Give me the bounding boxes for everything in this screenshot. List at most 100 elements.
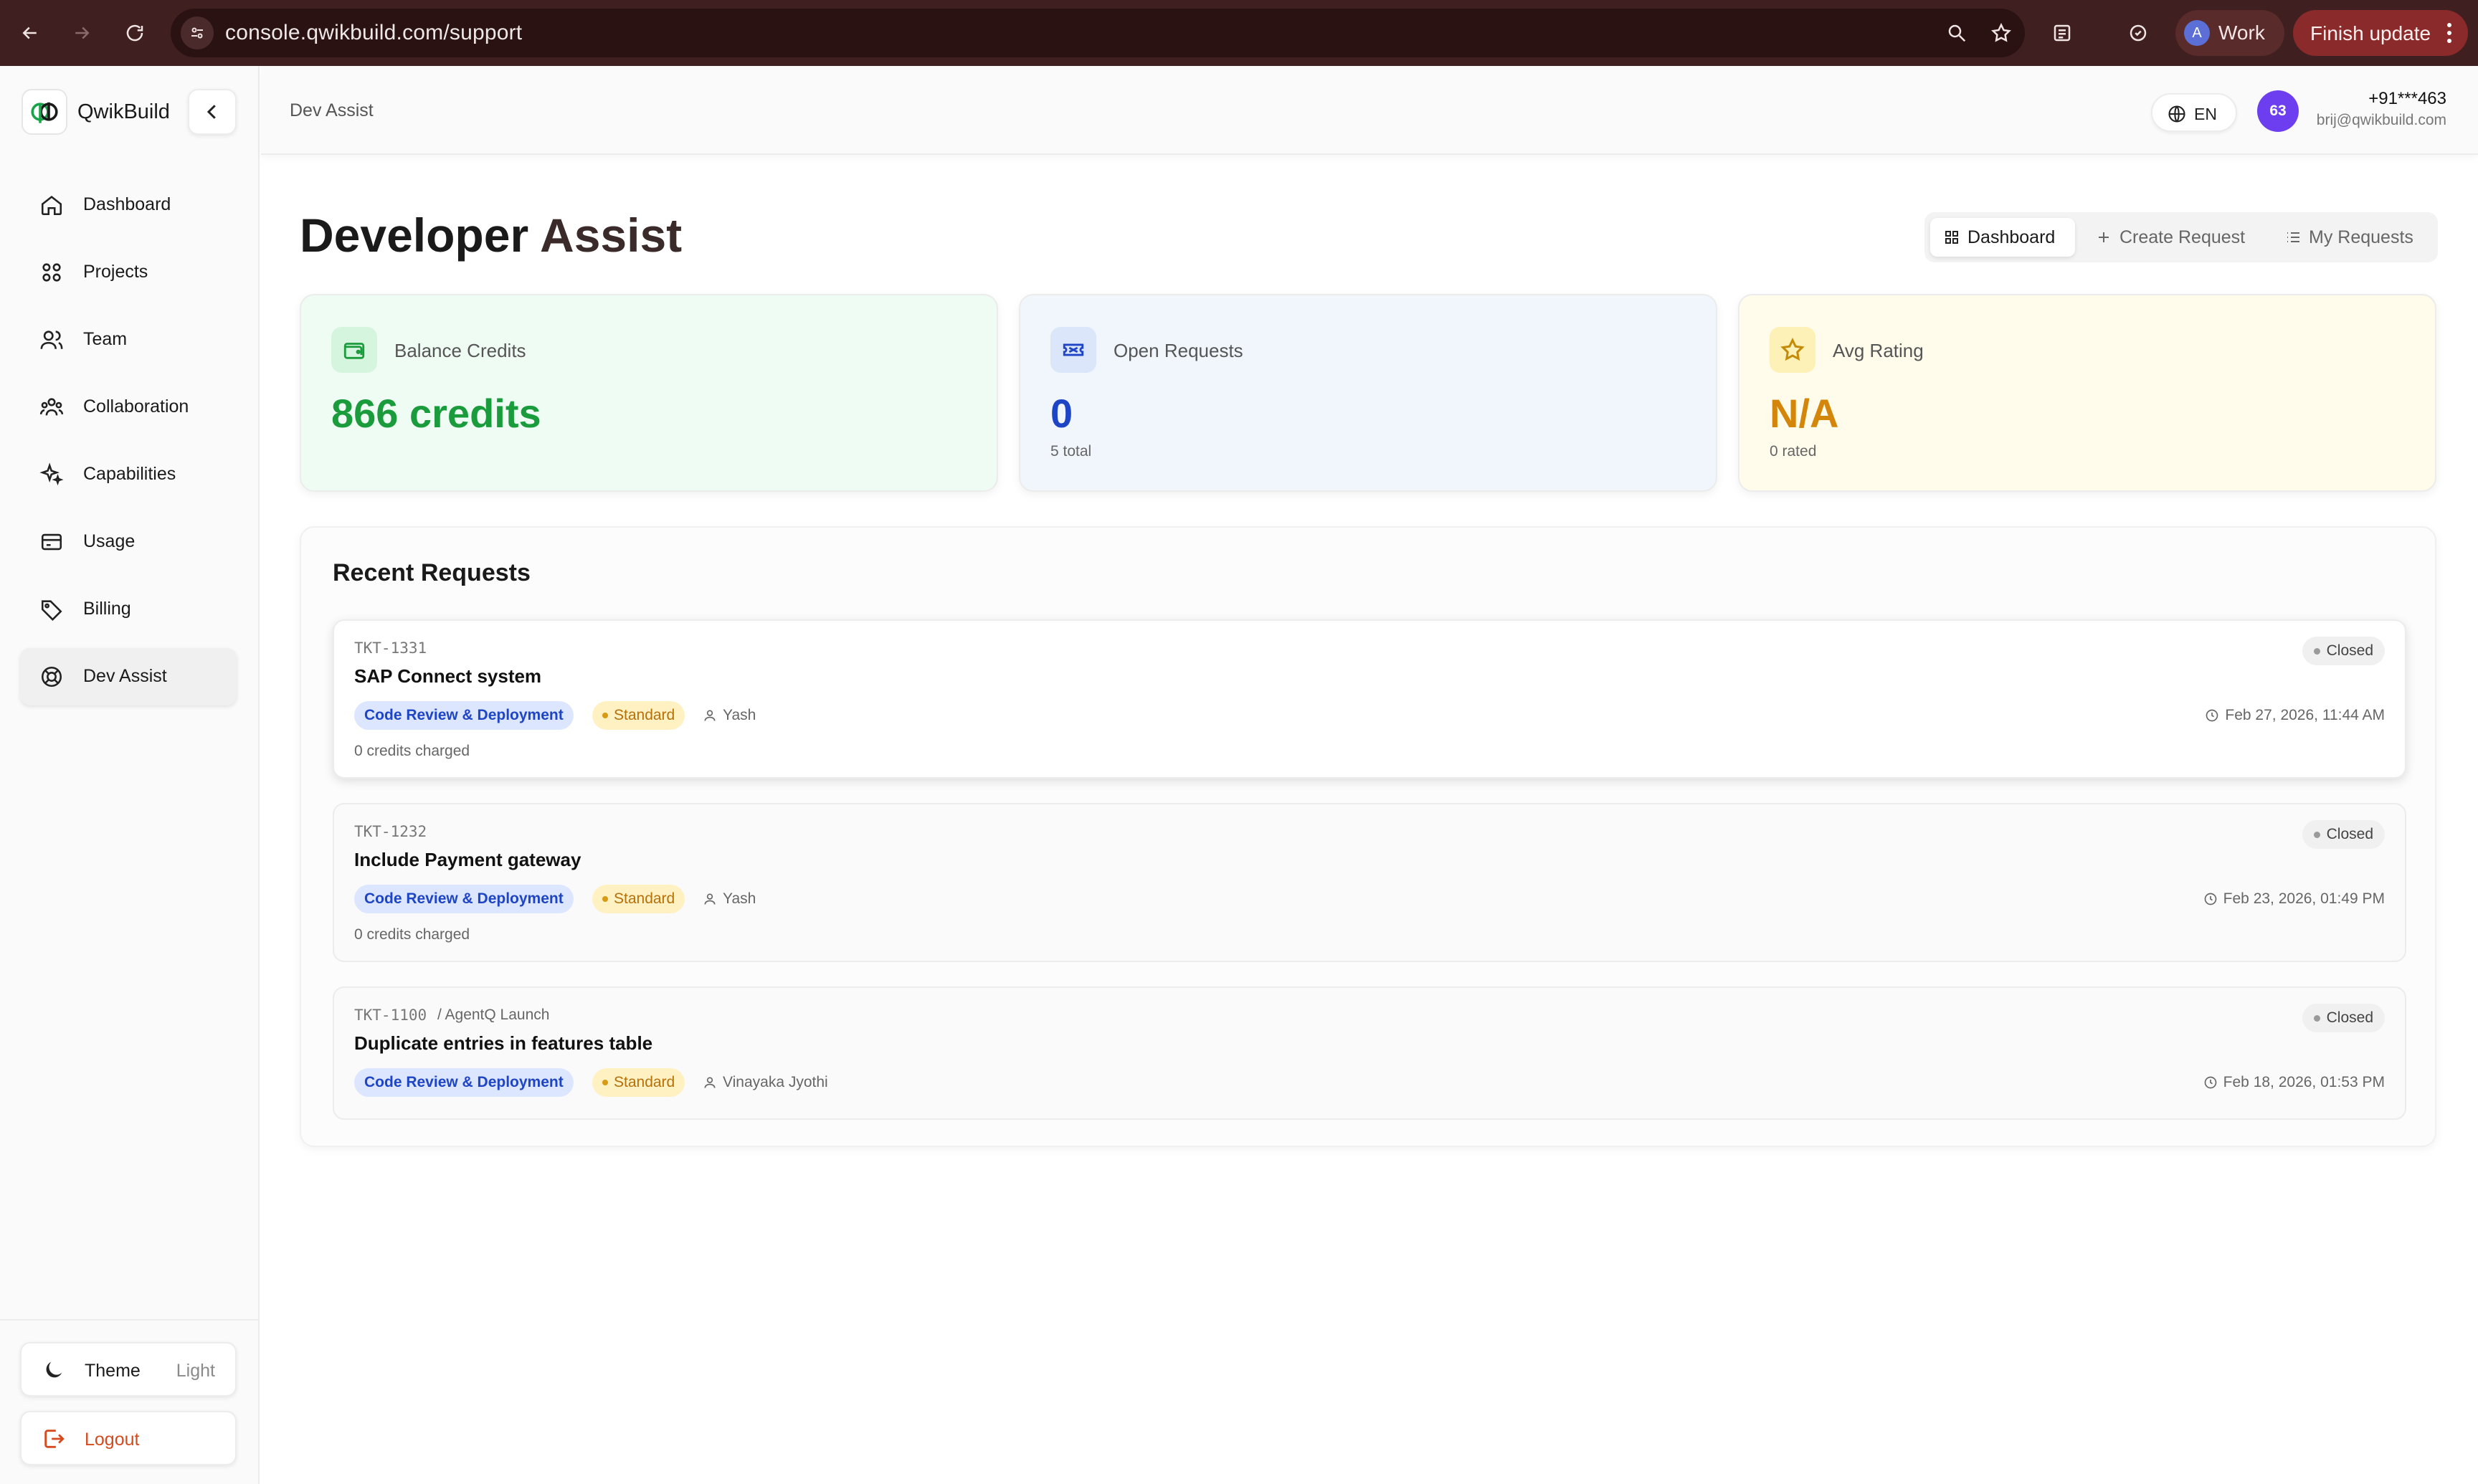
tab-dashboard[interactable]: Dashboard: [1930, 218, 2075, 257]
sidebar-item-label: Team: [83, 329, 128, 349]
globe-icon: [2167, 104, 2187, 124]
category-badge: Code Review & Deployment: [354, 885, 574, 913]
request-title: SAP Connect system: [354, 665, 542, 687]
section-title: Recent Requests: [333, 559, 531, 586]
finish-update-button[interactable]: Finish update: [2293, 10, 2468, 56]
sidebar: QwikBuild Dashboard Projects Team Collab…: [0, 66, 260, 1484]
star-outline-icon: [1991, 22, 2011, 42]
tab-label: My Requests: [2309, 227, 2413, 247]
avatar[interactable]: 63: [2257, 90, 2299, 132]
reload-button[interactable]: [118, 16, 152, 50]
chevron-left-icon: [206, 105, 216, 119]
reading-list-icon: [2054, 24, 2071, 42]
tab-create-request[interactable]: Create Request: [2082, 218, 2267, 257]
priority-badge: Standard: [592, 701, 685, 730]
assignee: Yash: [703, 707, 756, 724]
url-text[interactable]: console.qwikbuild.com/support: [225, 21, 522, 45]
request-card[interactable]: TKT-1100 / AgentQ Launch Duplicate entri…: [333, 986, 2406, 1120]
finish-update-label: Finish update: [2310, 22, 2431, 44]
clock-icon: [2204, 1076, 2217, 1089]
stat-label: Balance Credits: [394, 340, 526, 361]
more-vertical-icon: [2442, 20, 2456, 46]
extension-icon: [2130, 24, 2147, 42]
language-label: EN: [2194, 105, 2217, 123]
profile-label: Work: [2218, 22, 2265, 44]
request-card[interactable]: TKT-1331 SAP Connect system Code Review …: [333, 619, 2406, 779]
bookmark-button[interactable]: [1989, 21, 2013, 45]
user-icon: [704, 1077, 716, 1088]
page-title-part1: Developer: [300, 209, 529, 262]
search-icon: [1948, 24, 1966, 42]
status-badge: Closed: [2302, 820, 2385, 849]
collapse-sidebar-button[interactable]: [188, 89, 237, 135]
stat-value: 866 credits: [331, 391, 541, 436]
sidebar-item-capabilities[interactable]: Capabilities: [20, 446, 237, 503]
sidebar-item-projects[interactable]: Projects: [20, 244, 237, 301]
theme-label: Theme: [85, 1361, 141, 1381]
status-badge: Closed: [2302, 637, 2385, 665]
site-info-button[interactable]: [181, 16, 214, 49]
breadcrumb: Dev Assist: [290, 100, 374, 120]
user-phone: +91***463: [2368, 89, 2446, 108]
back-button[interactable]: [13, 16, 47, 50]
request-date: Feb 23, 2026, 01:49 PM: [2203, 890, 2385, 908]
assignee-name: Vinayaka Jyothi: [723, 1074, 828, 1090]
tab-label: Create Request: [2119, 227, 2246, 247]
logout-button[interactable]: Logout: [20, 1411, 237, 1465]
sidebar-item-team[interactable]: Team: [20, 311, 237, 368]
clock-icon: [2206, 709, 2218, 722]
brand-name: QwikBuild: [77, 100, 170, 123]
view-tabs: Dashboard Create Request My Requests: [1924, 212, 2438, 262]
home-icon: [39, 192, 65, 218]
sidebar-item-label: Projects: [83, 262, 148, 282]
request-project: / AgentQ Launch: [437, 1007, 550, 1023]
priority-badge: Standard: [592, 885, 685, 913]
sidebar-item-label: Dashboard: [83, 194, 171, 214]
tab-my-requests[interactable]: My Requests: [2272, 218, 2432, 257]
date-text: Feb 23, 2026, 01:49 PM: [2223, 890, 2385, 907]
request-title: Duplicate entries in features table: [354, 1032, 653, 1054]
users-icon: [39, 327, 65, 353]
sidebar-item-billing[interactable]: Billing: [20, 581, 237, 638]
sidebar-item-dashboard[interactable]: Dashboard: [20, 176, 237, 234]
wallet-icon: [331, 327, 377, 373]
category-badge: Code Review & Deployment: [354, 701, 574, 730]
plus-icon: [2099, 232, 2109, 242]
sidebar-item-label: Usage: [83, 531, 136, 551]
group-icon: [39, 394, 65, 420]
tag-icon: [39, 596, 65, 622]
user-icon: [704, 893, 716, 905]
zoom-button[interactable]: [1945, 21, 1969, 45]
tune-icon: [191, 27, 203, 39]
open-requests-card: Open Requests 0 5 total: [1019, 294, 1717, 492]
date-text: Feb 27, 2026, 11:44 AM: [2225, 707, 2385, 723]
reading-list-button[interactable]: [2048, 19, 2076, 47]
extensions-button[interactable]: [2124, 19, 2152, 47]
sidebar-item-collaboration[interactable]: Collaboration: [20, 379, 237, 436]
stat-label: Open Requests: [1114, 340, 1243, 361]
stat-subtext: 0 rated: [1770, 443, 1817, 460]
stat-value: 0: [1050, 391, 1073, 436]
arrow-left-icon: [22, 27, 37, 39]
request-card[interactable]: TKT-1232 Include Payment gateway Code Re…: [333, 803, 2406, 962]
request-id: TKT-1100: [354, 1007, 427, 1024]
moon-icon: [42, 1358, 67, 1384]
logout-label: Logout: [85, 1430, 140, 1450]
avg-rating-card: Avg Rating N/A 0 rated: [1738, 294, 2436, 492]
profile-button[interactable]: A Work: [2175, 10, 2284, 56]
sidebar-item-dev-assist[interactable]: Dev Assist: [20, 648, 237, 705]
user-icon: [704, 710, 716, 721]
sidebar-item-label: Capabilities: [83, 464, 176, 484]
lifebuoy-icon: [39, 664, 65, 690]
star-icon: [1770, 327, 1815, 373]
page-title-part2: Assist: [540, 209, 683, 262]
theme-toggle-button[interactable]: Theme Light: [20, 1342, 237, 1397]
stat-subtext: 5 total: [1050, 443, 1092, 460]
sidebar-item-usage[interactable]: Usage: [20, 513, 237, 571]
language-button[interactable]: EN: [2151, 93, 2237, 132]
page-title: Developer Assist: [300, 208, 682, 262]
assignee: Vinayaka Jyothi: [703, 1074, 828, 1091]
forward-button[interactable]: [65, 16, 99, 50]
recent-requests-panel: Recent Requests TKT-1331 SAP Connect sys…: [300, 526, 2436, 1147]
address-bar[interactable]: console.qwikbuild.com/support: [171, 9, 2025, 57]
